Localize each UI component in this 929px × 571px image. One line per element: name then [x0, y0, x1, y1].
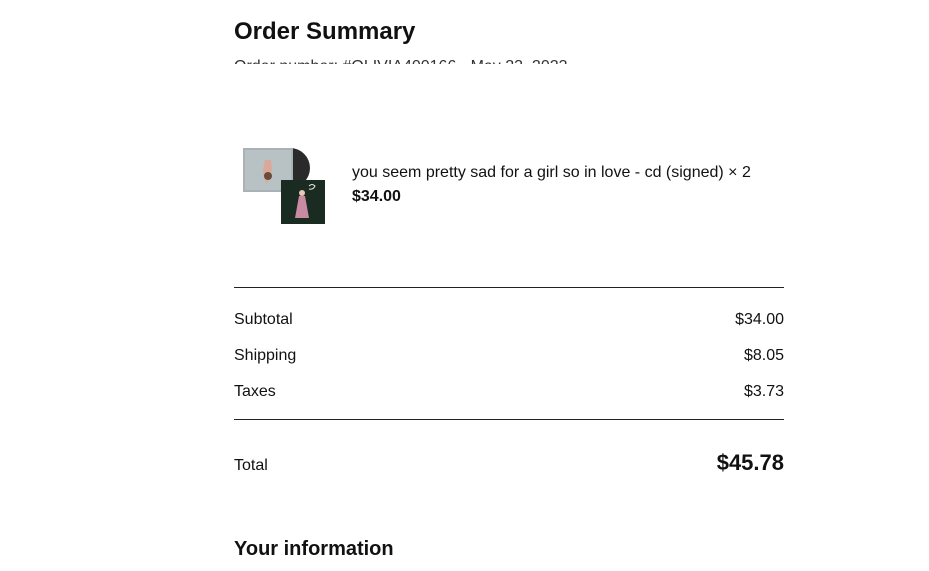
- order-number-text: Order number: #OLIVIA400166 · May 23, 20…: [234, 56, 594, 64]
- subtotal-label: Subtotal: [234, 311, 293, 328]
- divider: [234, 287, 784, 288]
- your-information-heading: Your information: [234, 538, 394, 560]
- order-number-line: Order number: #OLIVIA400166 · May 23, 20…: [234, 52, 594, 64]
- total-row: Total $45.78: [234, 452, 784, 477]
- product-thumbnail: [243, 148, 325, 224]
- page-title: Order Summary: [234, 18, 416, 45]
- shipping-value: $8.05: [743, 347, 784, 364]
- product-name: you seem pretty sad for a girl so in lov…: [352, 164, 751, 181]
- total-label: Total: [234, 457, 268, 474]
- taxes-value: $3.73: [743, 383, 784, 400]
- product-price: $34.00: [352, 188, 401, 205]
- subtotal-value: $34.00: [735, 311, 784, 328]
- album-cover-image: [243, 148, 325, 224]
- order-summary-page: Order Summary Order number: #OLIVIA40016…: [0, 0, 929, 571]
- taxes-row: Taxes $3.73: [234, 381, 784, 403]
- divider: [234, 419, 784, 420]
- total-value: $45.78: [716, 450, 784, 475]
- shipping-label: Shipping: [234, 347, 297, 364]
- taxes-label: Taxes: [234, 383, 276, 400]
- shipping-row: Shipping $8.05: [234, 345, 784, 367]
- subtotal-row: Subtotal $34.00: [234, 309, 784, 331]
